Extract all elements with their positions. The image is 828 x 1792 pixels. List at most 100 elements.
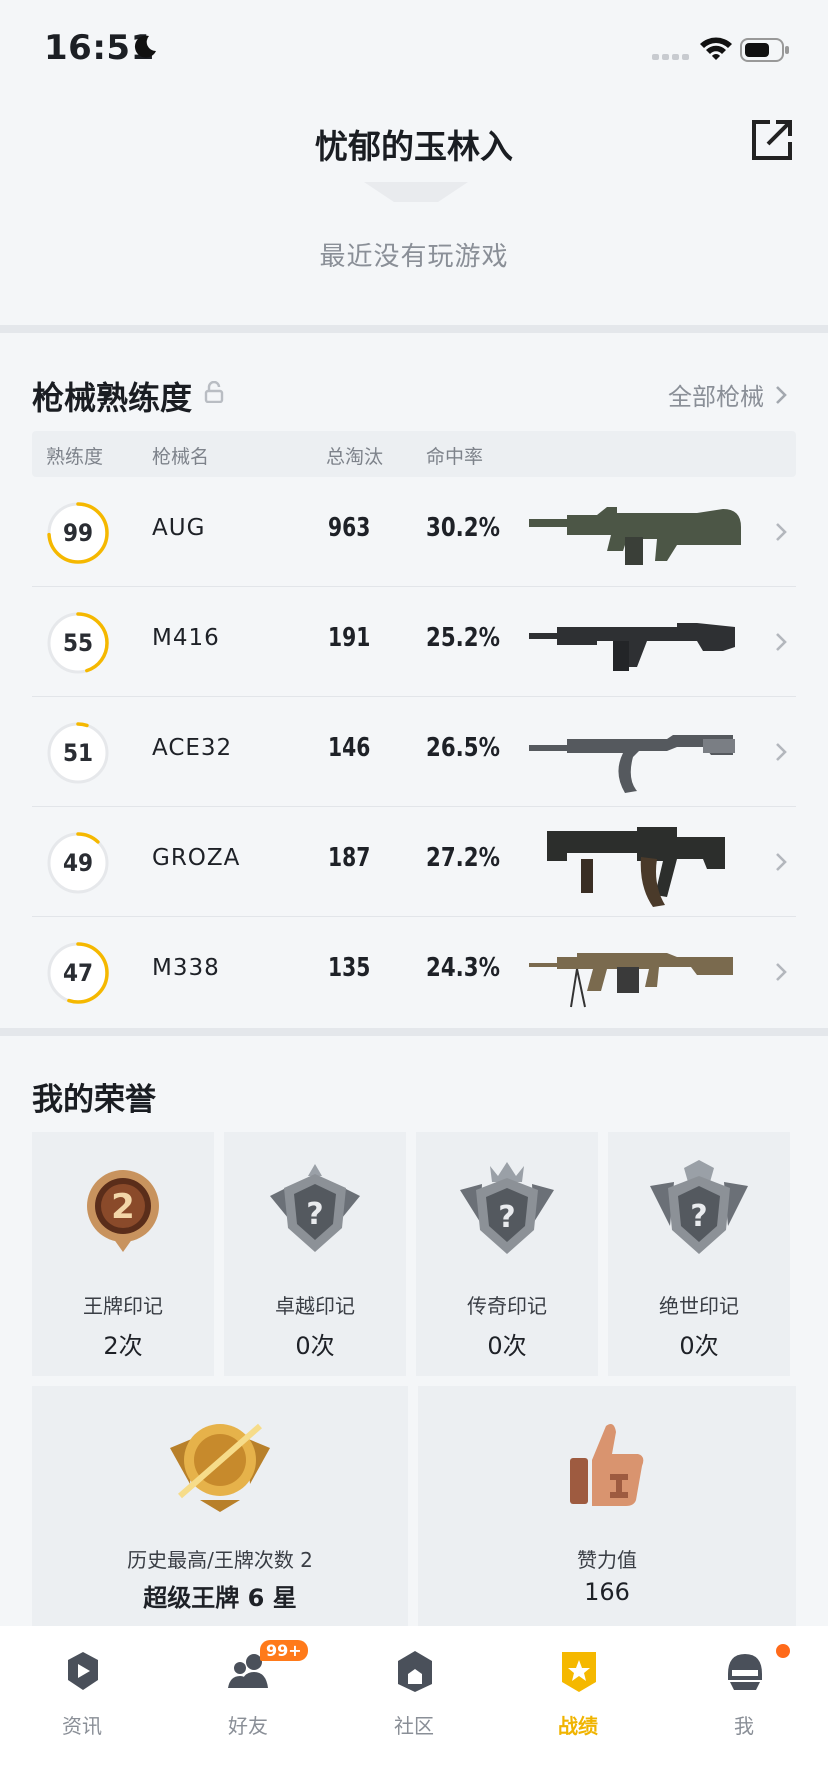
all-weapons-label: 全部枪械 — [668, 383, 764, 411]
mastery-value: 47 — [62, 959, 94, 987]
svg-text:2: 2 — [111, 1187, 135, 1227]
share-icon[interactable] — [748, 116, 796, 164]
community-icon — [398, 1651, 432, 1692]
likes-card[interactable]: 赞力值 166 — [418, 1386, 796, 1626]
weapon-row[interactable]: 47 M338 135 24.3% — [32, 917, 796, 1027]
section-divider — [0, 1028, 828, 1036]
m338-machinegun-image — [529, 953, 733, 1008]
me-icon — [728, 1654, 762, 1690]
bottom-tab-bar: 资讯 99+ 好友 社区 战绩 我 — [0, 1626, 828, 1792]
badge-name: 绝世印记 — [659, 1294, 739, 1318]
weapon-row[interactable]: 55 M416 191 25.2% — [32, 587, 796, 697]
badge-card-legend[interactable]: ? 传奇印记 0次 — [416, 1132, 598, 1376]
honors-section: 我的荣誉 2 王牌印记 2次 ? 卓越印记 0次 ? 传奇印记 0次 ? 绝世印… — [0, 1036, 828, 1626]
chevron-right-icon — [776, 523, 787, 541]
weapon-row[interactable]: 49 GROZA 187 27.2% — [32, 807, 796, 917]
weapon-name: M338 — [152, 955, 220, 981]
weapon-name: ACE32 — [152, 735, 233, 761]
tab-label: 我 — [734, 1714, 754, 1738]
chevron-right-icon — [776, 633, 787, 651]
svg-text:?: ? — [306, 1197, 323, 1232]
tab-me[interactable]: 我 — [684, 1640, 804, 1750]
battery-icon — [740, 38, 789, 62]
highest-rank-label: 历史最高/王牌次数 2 — [127, 1548, 313, 1572]
profile-header: 忧郁的玉林入 最近没有玩游戏 — [0, 100, 828, 325]
badge-name: 王牌印记 — [83, 1294, 163, 1318]
col-hit-rate: 命中率 — [426, 446, 484, 468]
badge-card-peerless[interactable]: ? 绝世印记 0次 — [608, 1132, 790, 1376]
chevron-right-icon — [776, 853, 787, 871]
wifi-icon — [700, 37, 732, 60]
thumbs-up-icon — [570, 1424, 644, 1506]
total-kills: 135 — [328, 953, 371, 983]
aug-rifle-image — [529, 507, 741, 565]
tab-label: 资讯 — [62, 1714, 102, 1738]
badge-count: 0次 — [487, 1332, 527, 1360]
chevron-right-icon — [776, 963, 787, 981]
moon-icon — [134, 35, 156, 58]
weapon-row[interactable]: 99 AUG 963 30.2% — [32, 477, 796, 587]
header-decoration — [364, 182, 468, 202]
chevron-right-icon — [776, 743, 787, 761]
highest-rank-value: 超级王牌 6 星 — [143, 1584, 297, 1612]
weapon-name: GROZA — [152, 845, 241, 871]
tab-label: 社区 — [394, 1714, 434, 1738]
hit-rate: 24.3% — [426, 953, 500, 983]
locked-badge-icon: ? — [460, 1162, 554, 1254]
col-mastery: 熟练度 — [46, 446, 104, 468]
activity-status: 最近没有玩游戏 — [319, 242, 509, 272]
honors-title: 我的荣誉 — [32, 1082, 156, 1118]
mastery-value: 99 — [62, 519, 94, 547]
chevron-right-icon — [776, 385, 787, 404]
locked-badge-icon: ? — [650, 1160, 748, 1254]
locked-badge-icon: ? — [270, 1164, 360, 1252]
badge-count: 0次 — [295, 1332, 335, 1360]
badge-card-excellent[interactable]: ? 卓越印记 0次 — [224, 1132, 406, 1376]
tab-news[interactable]: 资讯 — [22, 1640, 142, 1750]
tab-label: 战绩 — [558, 1714, 598, 1738]
total-kills: 191 — [328, 623, 371, 653]
weapon-row[interactable]: 51 ACE32 146 26.5% — [32, 697, 796, 807]
total-kills: 146 — [328, 733, 371, 763]
mastery-value: 55 — [62, 629, 94, 657]
unlock-icon — [204, 381, 224, 403]
ace-badge-icon: 2 — [87, 1170, 159, 1252]
weapon-name: M416 — [152, 625, 220, 651]
total-kills: 187 — [328, 843, 371, 873]
notification-dot — [776, 1644, 790, 1658]
ace32-rifle-image — [529, 735, 735, 793]
friends-count-badge: 99+ — [260, 1640, 308, 1661]
tab-community[interactable]: 社区 — [354, 1640, 474, 1750]
m416-rifle-image — [529, 623, 735, 671]
highest-rank-card[interactable]: 历史最高/王牌次数 2 超级王牌 6 星 — [32, 1386, 408, 1626]
total-kills: 963 — [328, 513, 371, 543]
hit-rate: 27.2% — [426, 843, 500, 873]
profile-name: 忧郁的玉林入 — [315, 127, 513, 166]
record-icon — [562, 1652, 596, 1692]
section-divider — [0, 325, 828, 333]
badge-count: 0次 — [679, 1332, 719, 1360]
news-icon — [68, 1652, 98, 1690]
signal-icon — [652, 54, 689, 60]
hit-rate: 26.5% — [426, 733, 500, 763]
svg-text:?: ? — [498, 1200, 515, 1235]
tab-label: 好友 — [228, 1714, 268, 1738]
tab-record[interactable]: 战绩 — [518, 1640, 638, 1750]
mastery-value: 49 — [62, 849, 94, 877]
weapon-name: AUG — [152, 515, 206, 541]
mastery-value: 51 — [62, 739, 94, 767]
likes-value: 166 — [584, 1578, 630, 1606]
hit-rate: 25.2% — [426, 623, 500, 653]
tab-friends[interactable]: 99+ 好友 — [188, 1640, 308, 1750]
svg-text:?: ? — [690, 1199, 707, 1234]
groza-rifle-image — [547, 827, 725, 907]
badge-card-ace[interactable]: 2 王牌印记 2次 — [32, 1132, 214, 1376]
status-bar: 16:51 — [0, 0, 828, 100]
all-weapons-link[interactable]: 全部枪械 — [668, 377, 788, 412]
badge-name: 卓越印记 — [275, 1294, 355, 1318]
weapon-section-title: 枪械熟练度 — [32, 379, 193, 417]
col-total-kills: 总淘汰 — [326, 446, 384, 468]
badge-name: 传奇印记 — [467, 1294, 547, 1318]
col-weapon-name: 枪械名 — [152, 446, 210, 468]
weapon-table-header: 熟练度 枪械名 总淘汰 命中率 — [32, 431, 796, 477]
